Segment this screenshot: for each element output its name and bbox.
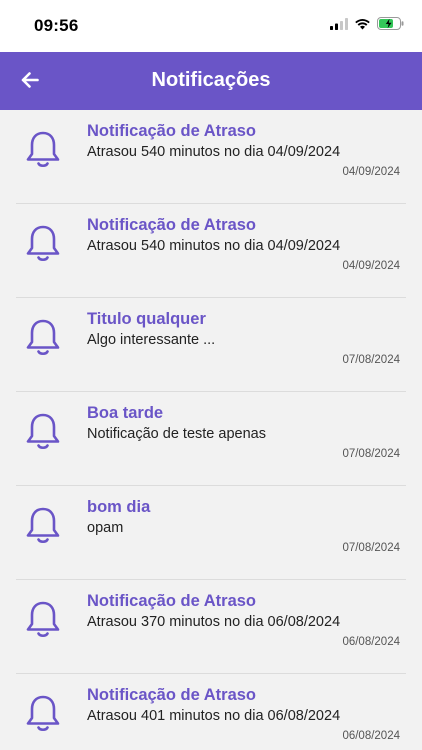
notification-item[interactable]: Titulo qualquer Algo interessante ... 07… bbox=[16, 298, 406, 392]
notification-item[interactable]: Notificação de Atraso Atrasou 540 minuto… bbox=[16, 204, 406, 298]
bell-icon bbox=[22, 598, 64, 640]
notification-date: 07/08/2024 bbox=[342, 448, 400, 460]
notification-title: Titulo qualquer bbox=[87, 310, 206, 328]
bell-icon bbox=[22, 316, 64, 358]
notification-item[interactable]: bom dia opam 07/08/2024 bbox=[16, 486, 406, 580]
notification-body: Notificação de teste apenas bbox=[87, 426, 266, 442]
cellular-signal-icon bbox=[330, 17, 348, 35]
bell-icon bbox=[22, 128, 64, 170]
notification-date: 07/08/2024 bbox=[342, 542, 400, 554]
notification-list: Notificação de Atraso Atrasou 540 minuto… bbox=[0, 110, 422, 750]
status-time: 09:56 bbox=[34, 16, 79, 35]
notification-date: 04/09/2024 bbox=[342, 260, 400, 272]
notification-body: Atrasou 540 minutos no dia 04/09/2024 bbox=[87, 144, 341, 160]
bell-icon bbox=[22, 504, 64, 546]
notification-body: opam bbox=[87, 520, 124, 536]
notification-body: Atrasou 540 minutos no dia 04/09/2024 bbox=[87, 238, 341, 254]
notification-body: Atrasou 401 minutos no dia 06/08/2024 bbox=[87, 708, 341, 724]
app-header: Notificações bbox=[0, 52, 422, 110]
notification-item[interactable]: Notificação de Atraso Atrasou 401 minuto… bbox=[16, 674, 406, 750]
notification-body: Atrasou 370 minutos no dia 06/08/2024 bbox=[87, 614, 341, 630]
notification-date: 07/08/2024 bbox=[342, 354, 400, 366]
notification-body: Algo interessante ... bbox=[87, 332, 216, 348]
notification-date: 04/09/2024 bbox=[342, 166, 400, 178]
status-bar: 09:56 bbox=[0, 0, 422, 52]
notification-title: bom dia bbox=[87, 498, 151, 516]
notification-item[interactable]: Boa tarde Notificação de teste apenas 07… bbox=[16, 392, 406, 486]
wifi-icon bbox=[354, 17, 371, 35]
notification-date: 06/08/2024 bbox=[342, 636, 400, 648]
notification-item[interactable]: Notificação de Atraso Atrasou 370 minuto… bbox=[16, 580, 406, 674]
notification-title: Notificação de Atraso bbox=[87, 122, 257, 140]
bell-icon bbox=[22, 222, 64, 264]
bell-icon bbox=[22, 692, 64, 734]
notification-item[interactable]: Notificação de Atraso Atrasou 540 minuto… bbox=[16, 110, 406, 204]
notification-title: Boa tarde bbox=[87, 404, 164, 422]
notification-title: Notificação de Atraso bbox=[87, 592, 257, 610]
notification-date: 06/08/2024 bbox=[342, 730, 400, 742]
notification-title: Notificação de Atraso bbox=[87, 216, 257, 234]
bell-icon bbox=[22, 410, 64, 452]
notification-title: Notificação de Atraso bbox=[87, 686, 257, 704]
status-icons bbox=[330, 17, 404, 35]
battery-charging-icon bbox=[377, 17, 404, 35]
page-title: Notificações bbox=[151, 69, 271, 91]
